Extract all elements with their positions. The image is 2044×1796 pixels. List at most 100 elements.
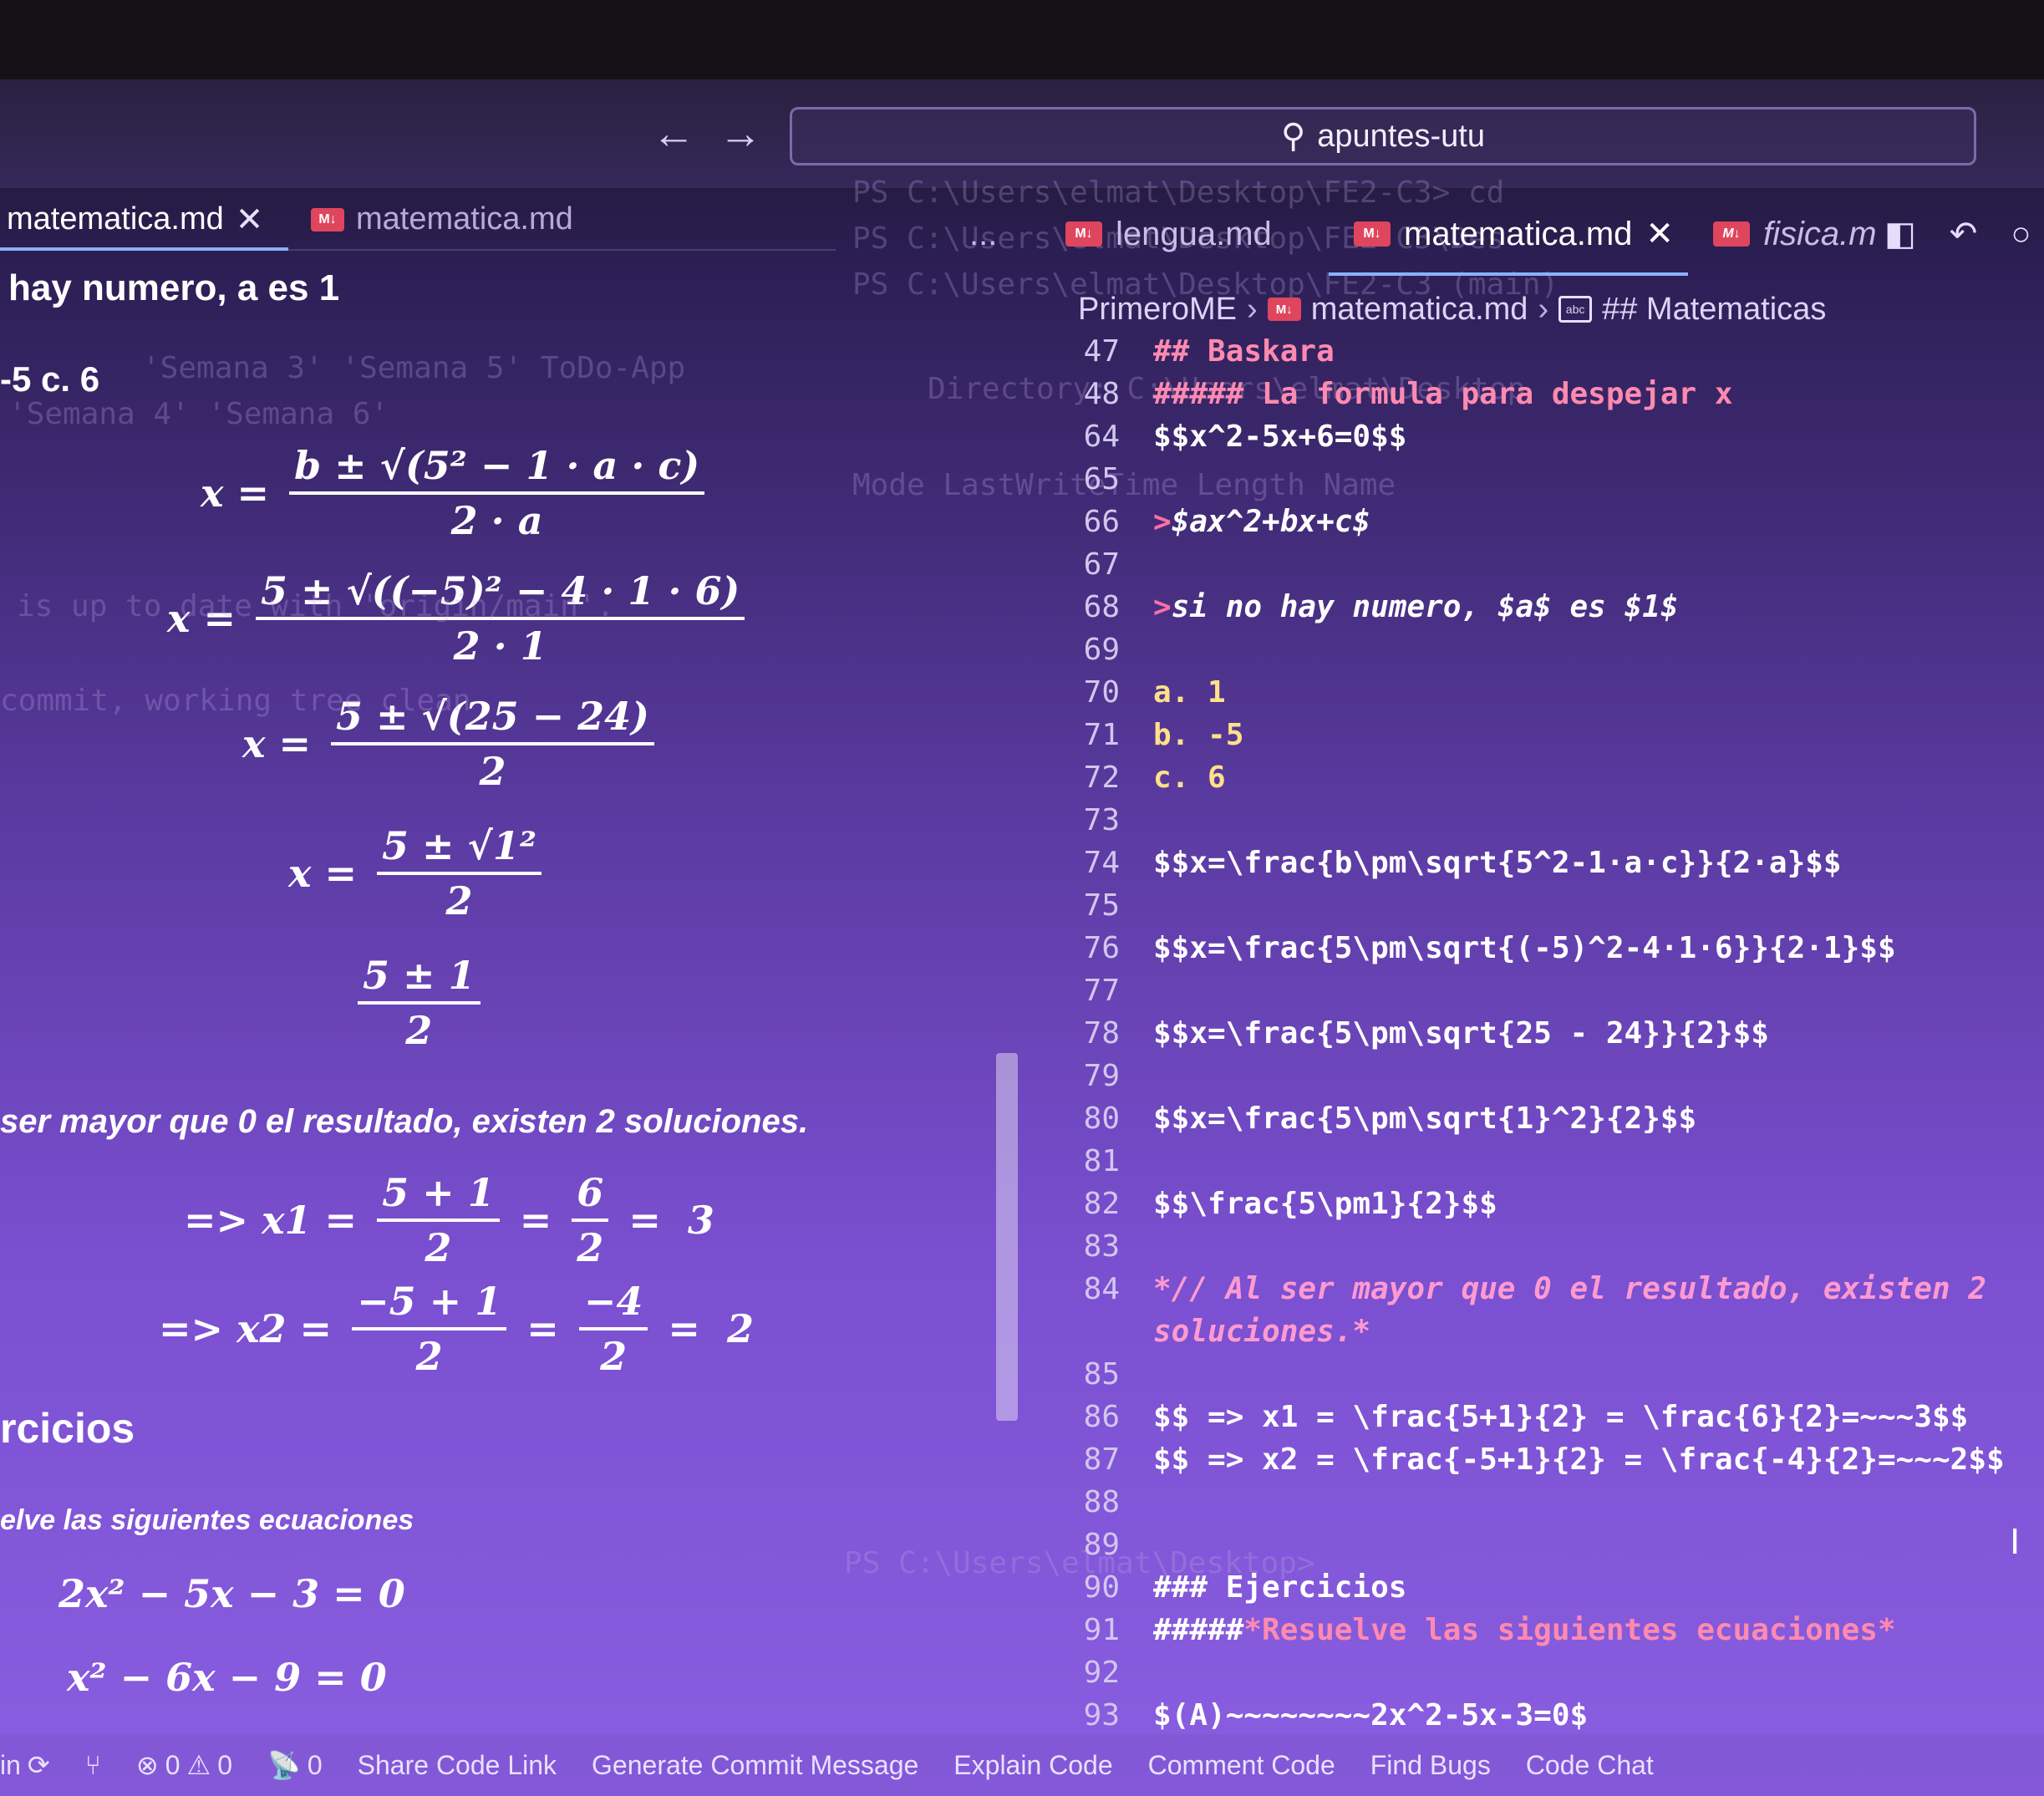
tab-label: matematica.md — [356, 201, 573, 237]
terminal-ghost-line: 'Semana 3' 'Semana 5' ToDo-App — [142, 351, 686, 385]
status-comment-code[interactable]: Comment Code — [1148, 1750, 1335, 1781]
markdown-icon: M↓ — [1267, 298, 1301, 321]
code-line[interactable]: 82 $$\frac{5\pm1}{2}$$ — [1053, 1183, 1497, 1224]
tab-matematica-preview[interactable]: M↓ matematica.md — [311, 188, 573, 251]
code-line[interactable]: 74 $$x=\frac{b\pm\sqrt{5^2-1·a·c}}{2·a}$$ — [1053, 842, 1842, 883]
status-generate-commit-message[interactable]: Generate Commit Message — [592, 1750, 918, 1781]
code-line[interactable]: 79 — [1053, 1055, 1153, 1096]
line-number: 70 — [1083, 674, 1120, 710]
code-line[interactable]: 81 — [1053, 1140, 1153, 1182]
line-number: 92 — [1083, 1655, 1120, 1690]
open-preview-icon[interactable]: ◧ — [1884, 215, 1916, 253]
line-number: 67 — [1083, 547, 1120, 582]
code-line[interactable]: 71 b. -5 — [1053, 714, 1244, 756]
back-arrow-icon[interactable]: ← — [652, 109, 719, 158]
code-line[interactable]: 67 — [1053, 543, 1153, 585]
status-share-code-link[interactable]: Share Code Link — [358, 1750, 557, 1781]
code-line[interactable]: 64 $$x^2-5x+6=0$$ — [1053, 415, 1407, 457]
chevron-right-icon: › — [1247, 291, 1258, 327]
line-number: 85 — [1083, 1356, 1120, 1392]
revert-icon[interactable]: ↶ — [1950, 215, 1978, 253]
timeline-icon[interactable]: ○ — [2011, 216, 2031, 253]
code-line[interactable]: 75 — [1053, 884, 1153, 926]
editor-tab-bar: ... M↓ lengua.md M↓ matematica.md ✕ M↓ f… — [953, 201, 2044, 276]
search-icon: ⚲ — [1280, 118, 1306, 155]
code-line[interactable]: 89 — [1053, 1524, 1153, 1565]
code-line[interactable]: 93 $(A)~~~~~~~~2x^2-5x-3=0$ — [1053, 1694, 1589, 1736]
code-line[interactable]: 78 $$x=\frac{5\pm\sqrt{25 - 24}}{2}$$ — [1053, 1012, 1769, 1054]
code-line[interactable]: 80 $$x=\frac{5\pm\sqrt{1}^2}{2}$$ — [1053, 1097, 1697, 1139]
code-token: ##### La formula para despejar x — [1153, 376, 1733, 411]
breadcrumb-folder[interactable]: PrimeroME — [1078, 292, 1237, 328]
tab-matematica-active[interactable]: matematica.md ✕ — [7, 188, 263, 251]
code-line[interactable]: 68 > si no hay numero, $a$ es $1$ — [1053, 586, 1679, 628]
code-token: $$ => x2 = \frac{-5+1}{2} = \frac{-4}{2}… — [1153, 1442, 2005, 1477]
editor-actions: ◧ ↶ ○ — [1884, 201, 2031, 267]
terminal-scrollbar[interactable] — [996, 1053, 1018, 1421]
tab-fisica[interactable]: M↓ fisica.m — [1713, 201, 1877, 267]
code-line[interactable]: 85 — [1053, 1353, 1153, 1395]
code-token: $$x=\frac{5\pm\sqrt{1}^2}{2}$$ — [1153, 1101, 1697, 1136]
line-number: 73 — [1083, 802, 1120, 837]
code-line[interactable]: 88 — [1053, 1481, 1153, 1523]
breadcrumb-file[interactable]: matematica.md — [1311, 292, 1528, 328]
code-line[interactable]: 70 a. 1 — [1053, 671, 1226, 713]
code-line[interactable]: 91 ##### *Resuelve las siguientes ecuacio… — [1053, 1609, 1896, 1651]
code-token: $$x=\frac{b\pm\sqrt{5^2-1·a·c}}{2·a}$$ — [1153, 845, 1842, 880]
forward-arrow-icon[interactable]: → — [719, 109, 786, 158]
line-number: 81 — [1083, 1143, 1120, 1178]
close-icon[interactable]: ✕ — [1645, 215, 1674, 253]
breadcrumb-symbol[interactable]: ## Matematicas — [1602, 292, 1826, 328]
code-line[interactable]: 73 — [1053, 799, 1153, 841]
code-line[interactable]: 48 ##### La formula para despejar x — [1053, 373, 1733, 415]
line-number: 77 — [1083, 973, 1120, 1008]
equation-1: x = b ± √(5² − 1 · a · c) 2 · a — [201, 443, 711, 543]
preview-subtitle: elve las siguientes ecuaciones — [0, 1504, 414, 1536]
code-line[interactable]: 66 > $ax^2+bx+c$ — [1053, 501, 1370, 542]
line-number: 47 — [1083, 333, 1120, 369]
line-number: 74 — [1083, 845, 1120, 880]
command-center-search[interactable]: ⚲ apuntes-utu — [790, 107, 1976, 165]
source-control-icon[interactable]: ⑂ — [85, 1750, 101, 1781]
code-line[interactable]: 47 ## Baskara — [1053, 330, 1335, 372]
markdown-icon: M↓ — [1354, 221, 1391, 247]
code-line[interactable]: 69 — [1053, 628, 1153, 670]
code-token: c. 6 — [1153, 760, 1226, 795]
code-line[interactable]: 72 c. 6 — [1053, 756, 1226, 798]
code-line[interactable]: 87 $$ => x2 = \frac{-5+1}{2} = \frac{-4}{… — [1053, 1438, 2005, 1480]
tab-lengua[interactable]: M↓ lengua.md — [1065, 201, 1272, 267]
line-number: 83 — [1083, 1229, 1120, 1264]
code-token: $$x^2-5x+6=0$$ — [1153, 419, 1407, 454]
code-line[interactable]: 83 — [1053, 1225, 1153, 1267]
tab-overflow-button[interactable]: ... — [969, 201, 997, 267]
code-token: ##### — [1153, 1612, 1244, 1647]
status-branch[interactable]: in ⟳ — [0, 1749, 50, 1781]
code-line[interactable]: 92 — [1053, 1651, 1153, 1693]
line-number: 69 — [1083, 632, 1120, 667]
markdown-icon: M↓ — [1713, 221, 1750, 247]
status-find-bugs[interactable]: Find Bugs — [1370, 1750, 1491, 1781]
terminal-ghost-line: is up to date with 'origin/main'. — [17, 589, 615, 623]
code-token: > — [1153, 589, 1172, 624]
code-line[interactable]: 86 $$ => x1 = \frac{5+1}{2} = \frac{6}{2}… — [1053, 1396, 1969, 1437]
code-token: ### Ejercicios — [1153, 1570, 1407, 1605]
code-line[interactable]: 84 *// Al ser mayor que 0 el resultado, e… — [1053, 1268, 1986, 1310]
status-problems[interactable]: ⊗ 0 ⚠ 0 — [136, 1749, 232, 1781]
code-line[interactable]: soluciones.* — [1053, 1310, 1370, 1352]
line-number: 64 — [1083, 419, 1120, 454]
code-token: b. -5 — [1153, 717, 1244, 752]
code-line[interactable]: 90 ### Ejercicios — [1053, 1566, 1407, 1608]
line-number: 80 — [1083, 1101, 1120, 1136]
tab-matematica[interactable]: M↓ matematica.md ✕ — [1354, 201, 1674, 267]
status-explain-code[interactable]: Explain Code — [953, 1750, 1112, 1781]
close-icon[interactable]: ✕ — [236, 201, 264, 239]
markdown-icon: M↓ — [1065, 221, 1102, 247]
code-line[interactable]: 77 — [1053, 969, 1153, 1011]
code-token: ## Baskara — [1153, 333, 1335, 369]
status-code-chat[interactable]: Code Chat — [1526, 1750, 1654, 1781]
line-number: 71 — [1083, 717, 1120, 752]
status-ports[interactable]: 📡 0 — [267, 1749, 323, 1781]
code-line[interactable]: 76 $$x=\frac{5\pm\sqrt{(-5)^2-4·1·6}}{2·1… — [1053, 927, 1896, 969]
code-line[interactable]: 65 — [1053, 458, 1153, 500]
preview-section-heading: rcicios — [0, 1405, 135, 1452]
